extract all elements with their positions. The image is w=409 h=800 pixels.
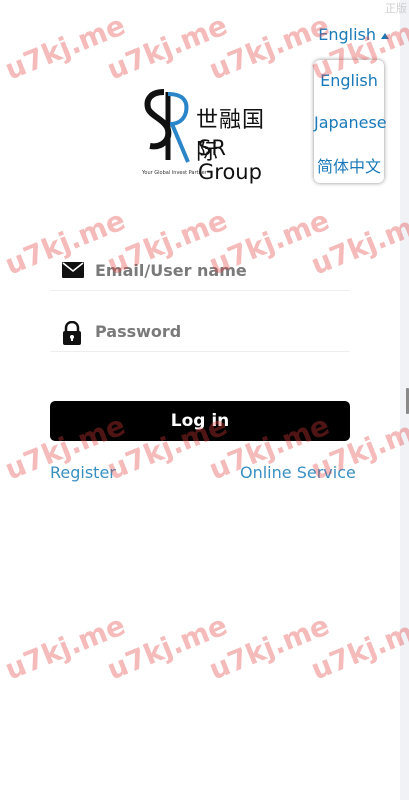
logo-english-name: SR Group	[198, 136, 262, 184]
email-field-row	[50, 250, 350, 291]
company-logo: 世融国际 SR Group Your Global Invest Partner	[140, 86, 265, 184]
language-option-japanese[interactable]: Japanese	[314, 113, 387, 132]
caret-up-icon	[381, 32, 389, 39]
watermark-text: u7kj.me	[306, 609, 409, 687]
envelope-icon	[62, 262, 84, 278]
watermark-text: u7kj.me	[204, 609, 334, 687]
watermark-text: u7kj.me	[102, 9, 232, 87]
language-option-english[interactable]: English	[314, 71, 384, 90]
language-option-chinese[interactable]: 简体中文	[314, 153, 384, 177]
corner-label: 正版	[385, 2, 407, 15]
watermark-text: u7kj.me	[0, 609, 130, 687]
password-input[interactable]	[95, 317, 345, 345]
online-service-link[interactable]: Online Service	[240, 463, 356, 482]
language-selector[interactable]: English	[318, 25, 389, 44]
register-link[interactable]: Register	[50, 463, 116, 482]
sr-logo-mark-icon	[144, 89, 190, 163]
watermark-text: u7kj.me	[102, 609, 232, 687]
logo-tagline: Your Global Invest Partner	[142, 170, 207, 176]
lock-icon	[63, 321, 81, 345]
login-button[interactable]: Log in	[50, 401, 350, 441]
watermark-text: u7kj.me	[0, 9, 130, 87]
language-current-label: English	[318, 25, 376, 44]
password-field-row	[50, 311, 350, 352]
language-menu: English Japanese 简体中文	[314, 60, 387, 183]
email-input[interactable]	[95, 256, 345, 284]
